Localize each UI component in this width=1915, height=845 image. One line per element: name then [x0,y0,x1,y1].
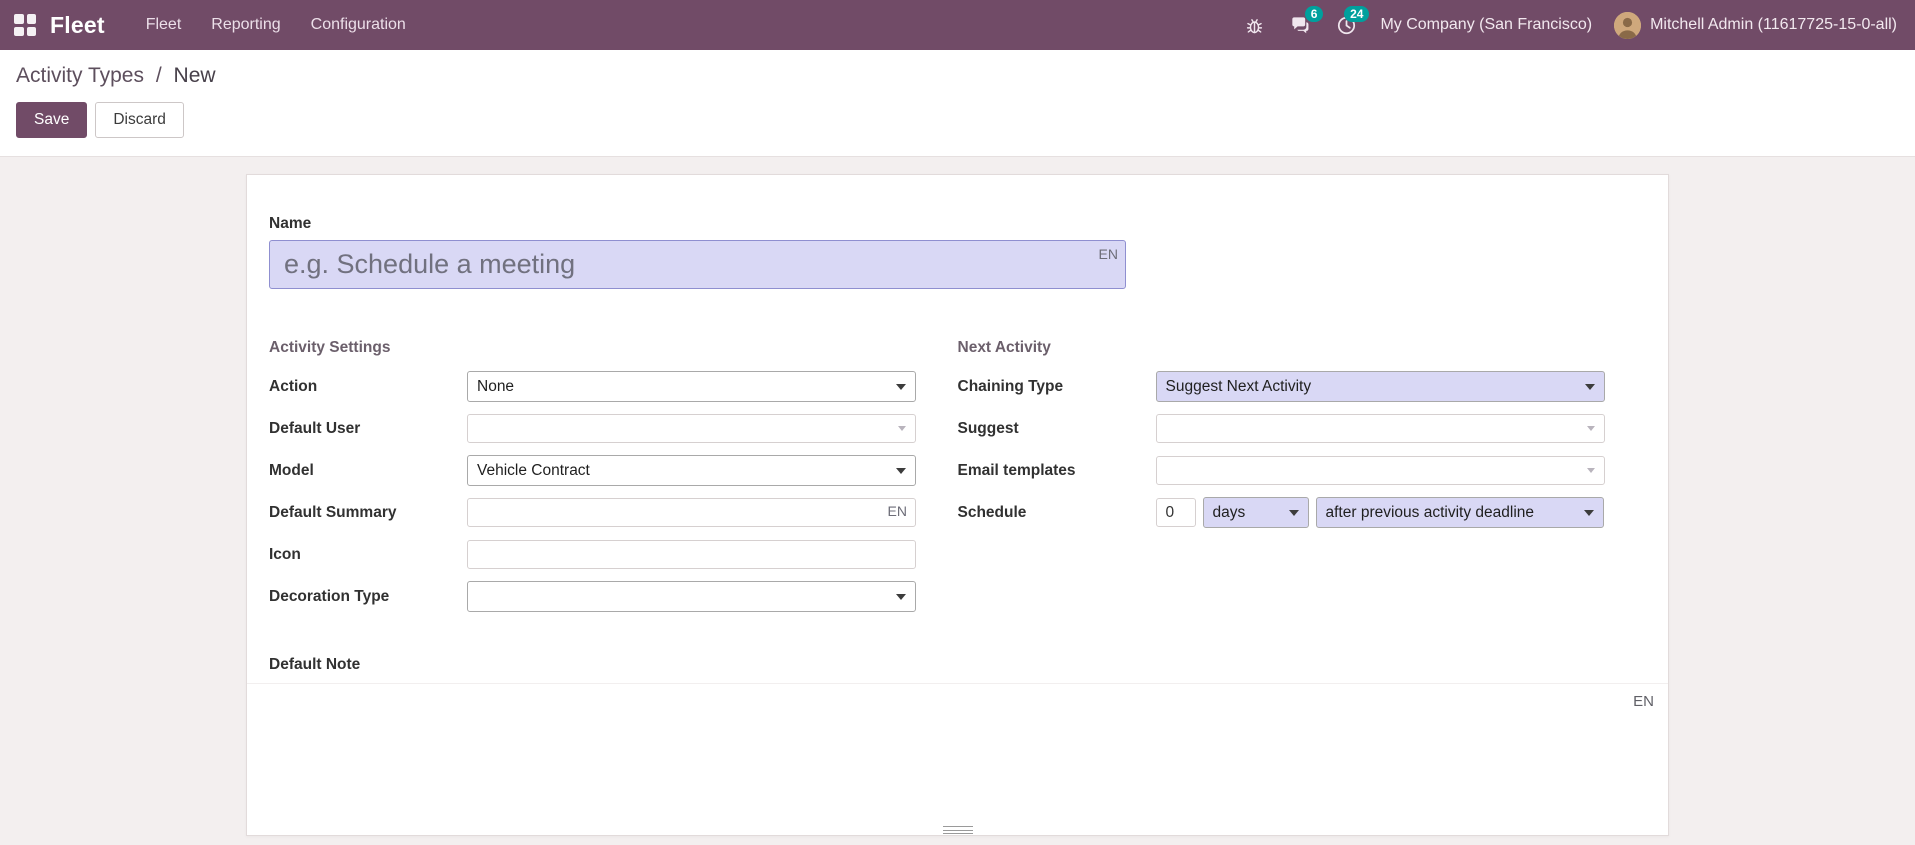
form-groups: Activity Settings Action None Default Us… [269,339,1646,623]
default-user-label: Default User [269,419,361,437]
field-row-icon: Icon [269,539,958,570]
chevron-down-icon [896,467,906,474]
schedule-number-input[interactable] [1155,498,1196,527]
field-row-action: Action None [269,371,958,402]
schedule-label: Schedule [957,503,1027,521]
action-select[interactable]: None [467,371,916,402]
group-title-activity-settings: Activity Settings [269,339,391,356]
company-switcher[interactable]: My Company (San Francisco) [1380,16,1592,34]
default-note-block: Default Note EN [247,656,1668,835]
content-area: Name EN Activity Settings Action None [0,157,1915,836]
decoration-type-select[interactable] [467,581,916,612]
name-lang-badge[interactable]: EN [1099,246,1118,262]
schedule-relative-select[interactable]: after previous activity deadline [1315,497,1604,528]
breadcrumb-separator: / [155,64,162,87]
field-row-model: Model Vehicle Contract [269,455,958,486]
default-user-combobox[interactable] [467,414,916,443]
chevron-down-icon [898,426,906,431]
decoration-type-label: Decoration Type [269,587,390,605]
top-navbar: Fleet Fleet Reporting Configuration 6 24… [0,0,1915,50]
field-row-email-templates: Email templates [958,455,1647,486]
name-input[interactable] [269,240,1126,289]
chaining-type-label: Chaining Type [957,377,1064,395]
resize-grip-handle[interactable] [942,826,973,834]
breadcrumb-activity-types[interactable]: Activity Types [16,64,144,87]
field-row-default-summary: Default Summary EN [269,497,958,528]
chevron-down-icon [1288,509,1299,516]
menu-configuration[interactable]: Configuration [296,0,421,50]
discard-button[interactable]: Discard [95,102,184,138]
menu-reporting[interactable]: Reporting [196,0,295,50]
schedule-unit-value: days [1212,503,1246,521]
bug-icon[interactable] [1242,13,1266,37]
chevron-down-icon [1586,468,1595,473]
chevron-down-icon [1586,426,1595,431]
default-note-lang-badge[interactable]: EN [1633,693,1654,710]
model-label: Model [269,461,314,479]
icon-label: Icon [269,545,301,563]
field-row-decoration-type: Decoration Type [269,581,958,612]
field-row-chaining-type: Chaining Type Suggest Next Activity [958,371,1647,402]
default-note-label: Default Note [269,656,361,673]
form-sheet: Name EN Activity Settings Action None [246,174,1669,836]
chaining-type-select[interactable]: Suggest Next Activity [1155,371,1605,402]
email-templates-label: Email templates [957,461,1076,479]
chevron-down-icon [1583,509,1594,516]
icon-input[interactable] [467,540,916,569]
schedule-unit-select[interactable]: days [1202,497,1309,528]
breadcrumb-new: New [173,64,216,87]
model-value: Vehicle Contract [477,461,590,479]
chevron-down-icon [896,593,906,600]
group-title-next-activity: Next Activity [957,339,1051,356]
systray: 6 24 My Company (San Francisco) Mitchell… [1242,6,1897,39]
name-label: Name [269,215,312,232]
field-row-suggest: Suggest [958,413,1647,444]
activities-clock-icon[interactable]: 24 [1334,6,1370,37]
field-row-schedule: Schedule days after previous activity de… [958,497,1647,528]
app-brand[interactable]: Fleet [50,12,105,39]
schedule-relative-value: after previous activity deadline [1325,503,1535,521]
default-summary-label: Default Summary [269,503,397,521]
action-label: Action [269,377,318,395]
form-action-buttons: Save Discard [16,102,1899,138]
breadcrumb: Activity Types / New [16,64,1899,88]
messages-count-badge: 6 [1304,6,1324,22]
chevron-down-icon [1584,383,1595,390]
suggest-label: Suggest [957,419,1019,437]
save-button[interactable]: Save [16,102,88,138]
default-summary-input[interactable] [467,498,916,527]
suggest-combobox[interactable] [1155,414,1605,443]
main-menu: Fleet Reporting Configuration [131,0,421,50]
chevron-down-icon [896,383,906,390]
name-field-block: Name EN [269,215,1646,289]
group-next-activity: Next Activity Chaining Type Suggest Next… [958,339,1647,623]
chaining-type-value: Suggest Next Activity [1165,377,1312,395]
field-row-default-user: Default User [269,413,958,444]
messages-icon[interactable]: 6 [1288,6,1324,37]
user-name: Mitchell Admin (11617725-15-0-all) [1650,16,1897,33]
avatar [1614,11,1642,39]
apps-grid-icon[interactable] [14,14,36,36]
default-note-field[interactable]: EN [247,683,1668,835]
action-value: None [477,377,515,395]
email-templates-combobox[interactable] [1155,456,1605,485]
activities-count-badge: 24 [1344,6,1370,22]
group-activity-settings: Activity Settings Action None Default Us… [269,339,958,623]
menu-fleet[interactable]: Fleet [131,0,197,50]
control-panel: Activity Types / New Save Discard [0,50,1915,157]
user-menu[interactable]: Mitchell Admin (11617725-15-0-all) [1614,11,1897,39]
model-select[interactable]: Vehicle Contract [467,455,916,486]
